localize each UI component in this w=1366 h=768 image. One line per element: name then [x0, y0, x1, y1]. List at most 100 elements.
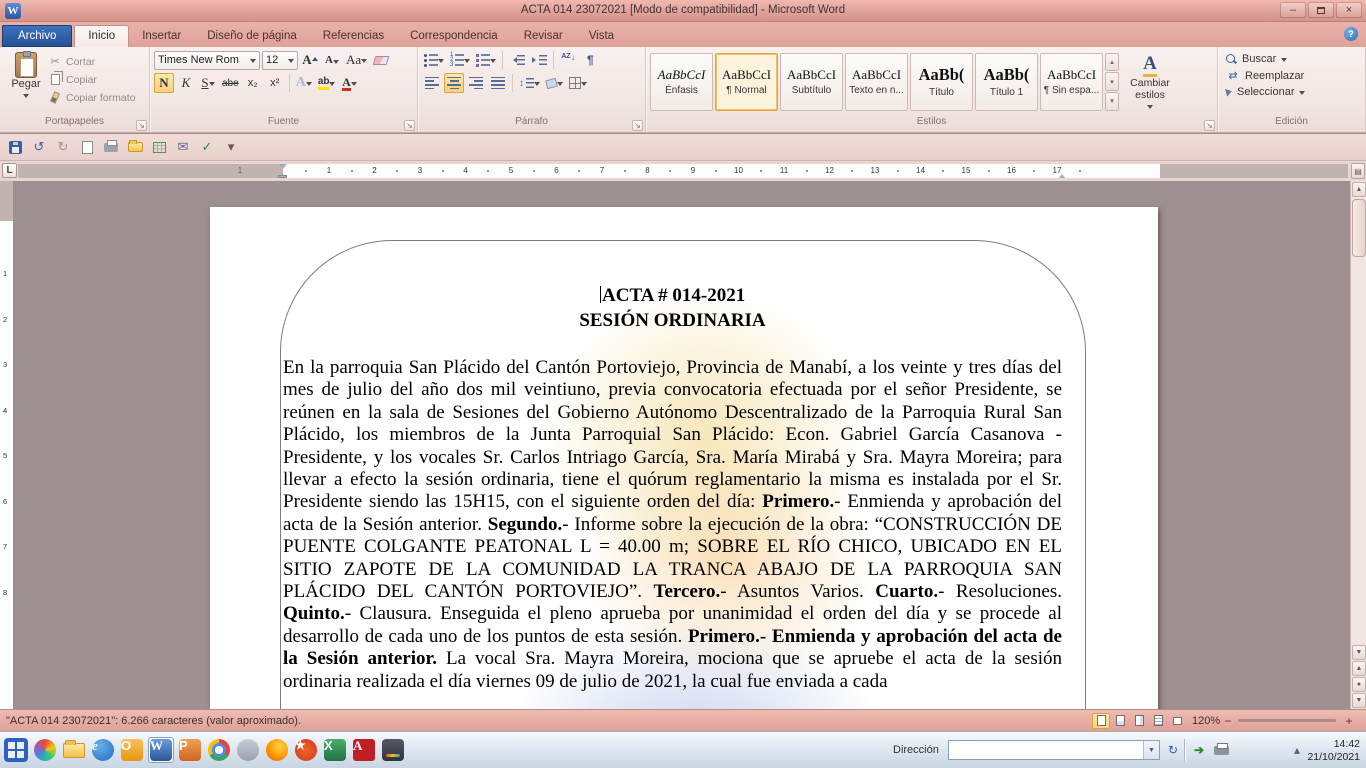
tab-diseño-de-página[interactable]: Diseño de página — [194, 26, 310, 47]
sort-button[interactable]: AZ↓ — [558, 50, 578, 70]
printer-icon[interactable] — [1212, 741, 1230, 759]
tab-insertar[interactable]: Insertar — [129, 26, 194, 47]
folder-icon[interactable] — [61, 737, 87, 763]
font-name-combo[interactable]: Times New Rom — [154, 51, 260, 70]
graphics-app-icon[interactable] — [380, 737, 406, 763]
save-button[interactable] — [6, 138, 24, 156]
underline-button[interactable]: S — [198, 73, 218, 93]
font-color-button[interactable]: A — [339, 73, 359, 93]
bold-button[interactable]: N — [154, 73, 174, 93]
gray-app-icon[interactable] — [235, 737, 261, 763]
clipboard-dialog-launcher[interactable]: ↘ — [136, 120, 147, 131]
tab-vista[interactable]: Vista — [576, 26, 627, 47]
scroll-down-icon[interactable]: ▼ — [1352, 645, 1366, 660]
qat-overflow-button[interactable]: ▾ — [222, 138, 240, 156]
cut-button[interactable]: Cortar — [48, 54, 135, 69]
strikethrough-button[interactable]: abe — [220, 73, 241, 93]
character-count[interactable]: "ACTA 014 23072021": 6.266 caracteres (v… — [6, 715, 301, 727]
paint-app-icon[interactable] — [32, 737, 58, 763]
spelling-button[interactable]: ✓ — [198, 138, 216, 156]
chevron-down-icon[interactable]: ▼ — [1143, 741, 1159, 759]
clear-formatting-button[interactable] — [371, 50, 391, 70]
undo-button[interactable]: ↺ — [30, 138, 48, 156]
increase-indent-button[interactable] — [529, 50, 549, 70]
decrease-indent-button[interactable] — [507, 50, 527, 70]
zoom-in-button[interactable]: + — [1343, 714, 1355, 728]
draft-view-button[interactable] — [1168, 713, 1186, 729]
grow-font-button[interactable]: A — [300, 50, 320, 70]
firefox-icon[interactable] — [264, 737, 290, 763]
gallery-up-icon[interactable]: ▴ — [1105, 53, 1119, 72]
find-button[interactable]: Buscar — [1226, 53, 1357, 65]
outline-view-button[interactable] — [1149, 713, 1167, 729]
borders-button[interactable] — [567, 73, 589, 93]
maximize-button[interactable] — [1308, 2, 1334, 18]
show-hidden-icons-button[interactable]: ▴ — [1288, 741, 1306, 759]
select-browse-object-button[interactable]: ● — [1352, 677, 1366, 692]
go-button[interactable]: ➔ — [1190, 741, 1208, 759]
tab-referencias[interactable]: Referencias — [310, 26, 397, 47]
text-effects-button[interactable]: A — [294, 73, 314, 93]
italic-button[interactable]: K — [176, 73, 196, 93]
redo-button[interactable]: ↻ — [54, 138, 72, 156]
outlook-icon[interactable]: O — [119, 737, 145, 763]
tab-archivo[interactable]: Archivo — [2, 25, 72, 47]
previous-page-button[interactable]: ▲ — [1352, 661, 1366, 676]
web-layout-view-button[interactable] — [1130, 713, 1148, 729]
change-case-button[interactable]: Aa — [344, 50, 369, 70]
word-icon[interactable]: W — [148, 737, 174, 763]
line-spacing-button[interactable]: ↕ — [517, 73, 542, 93]
bullets-button[interactable] — [422, 50, 446, 70]
zoom-out-button[interactable]: − — [1222, 714, 1234, 728]
paste-button[interactable]: Pegar — [4, 50, 48, 113]
tab-selector-button[interactable]: L — [2, 163, 17, 178]
multilevel-list-button[interactable] — [474, 50, 498, 70]
vertical-ruler[interactable]: 12345678 — [0, 181, 13, 709]
document-page[interactable]: ACTA # 014-2021 SESIÓN ORDINARIA En la p… — [210, 207, 1158, 709]
print-layout-view-button[interactable] — [1092, 713, 1110, 729]
minimize-button[interactable]: – — [1280, 2, 1306, 18]
style-item-5[interactable]: AaBb(Título 1 — [975, 53, 1038, 111]
right-indent-marker[interactable] — [1058, 170, 1066, 178]
change-styles-button[interactable]: A Cambiar estilos — [1121, 51, 1179, 112]
highlight-color-button[interactable]: ab — [316, 73, 338, 93]
shrink-font-button[interactable]: A — [322, 50, 342, 70]
style-item-0[interactable]: AaBbCcIÉnfasis — [650, 53, 713, 111]
close-button[interactable]: × — [1336, 2, 1362, 18]
gallery-down-icon[interactable]: ▾ — [1105, 72, 1119, 91]
shading-button[interactable] — [544, 73, 565, 93]
star-app-icon[interactable]: ★ — [293, 737, 319, 763]
style-item-4[interactable]: AaBb(Título — [910, 53, 973, 111]
superscript-button[interactable]: x² — [265, 73, 285, 93]
replace-button[interactable]: Reemplazar — [1226, 69, 1357, 82]
show-marks-button[interactable]: ¶ — [580, 50, 600, 70]
align-center-button[interactable] — [444, 73, 464, 93]
styles-dialog-launcher[interactable]: ↘ — [1204, 120, 1215, 131]
gallery-expand-icon[interactable]: ▾ — [1105, 92, 1119, 111]
acrobat-icon[interactable]: A — [351, 737, 377, 763]
zoom-level[interactable]: 120% — [1192, 715, 1220, 727]
powerpoint-icon[interactable]: P — [177, 737, 203, 763]
font-size-combo[interactable]: 12 — [262, 51, 298, 70]
fullscreen-view-button[interactable] — [1111, 713, 1129, 729]
paragraph-dialog-launcher[interactable]: ↘ — [632, 120, 643, 131]
subscript-button[interactable]: x₂ — [243, 73, 263, 93]
start-button[interactable] — [3, 737, 29, 763]
horizontal-ruler[interactable]: 11234567891011121314151617 — [18, 164, 1348, 178]
page-text[interactable]: ACTA # 014-2021 SESIÓN ORDINARIA En la p… — [283, 283, 1062, 693]
left-indent-marker[interactable] — [278, 175, 287, 178]
style-item-2[interactable]: AaBbCcISubtítulo — [780, 53, 843, 111]
refresh-icon[interactable]: ↻ — [1164, 741, 1182, 759]
address-bar-input[interactable]: ▼ — [948, 740, 1160, 760]
style-item-3[interactable]: AaBbCcITexto en n... — [845, 53, 908, 111]
copy-button[interactable]: Copiar — [48, 72, 135, 87]
tab-inicio[interactable]: Inicio — [74, 25, 129, 47]
vertical-scrollbar[interactable]: ▲ ▼ ▲ ● ▼ — [1350, 181, 1366, 709]
style-item-6[interactable]: AaBbCcI¶ Sin espa... — [1040, 53, 1103, 111]
select-button[interactable]: Seleccionar — [1226, 86, 1357, 98]
print-button[interactable] — [102, 138, 120, 156]
help-icon[interactable]: ? — [1344, 27, 1358, 41]
numbering-button[interactable] — [448, 50, 472, 70]
format-painter-button[interactable]: Copiar formato — [48, 90, 135, 105]
chrome-icon[interactable] — [206, 737, 232, 763]
